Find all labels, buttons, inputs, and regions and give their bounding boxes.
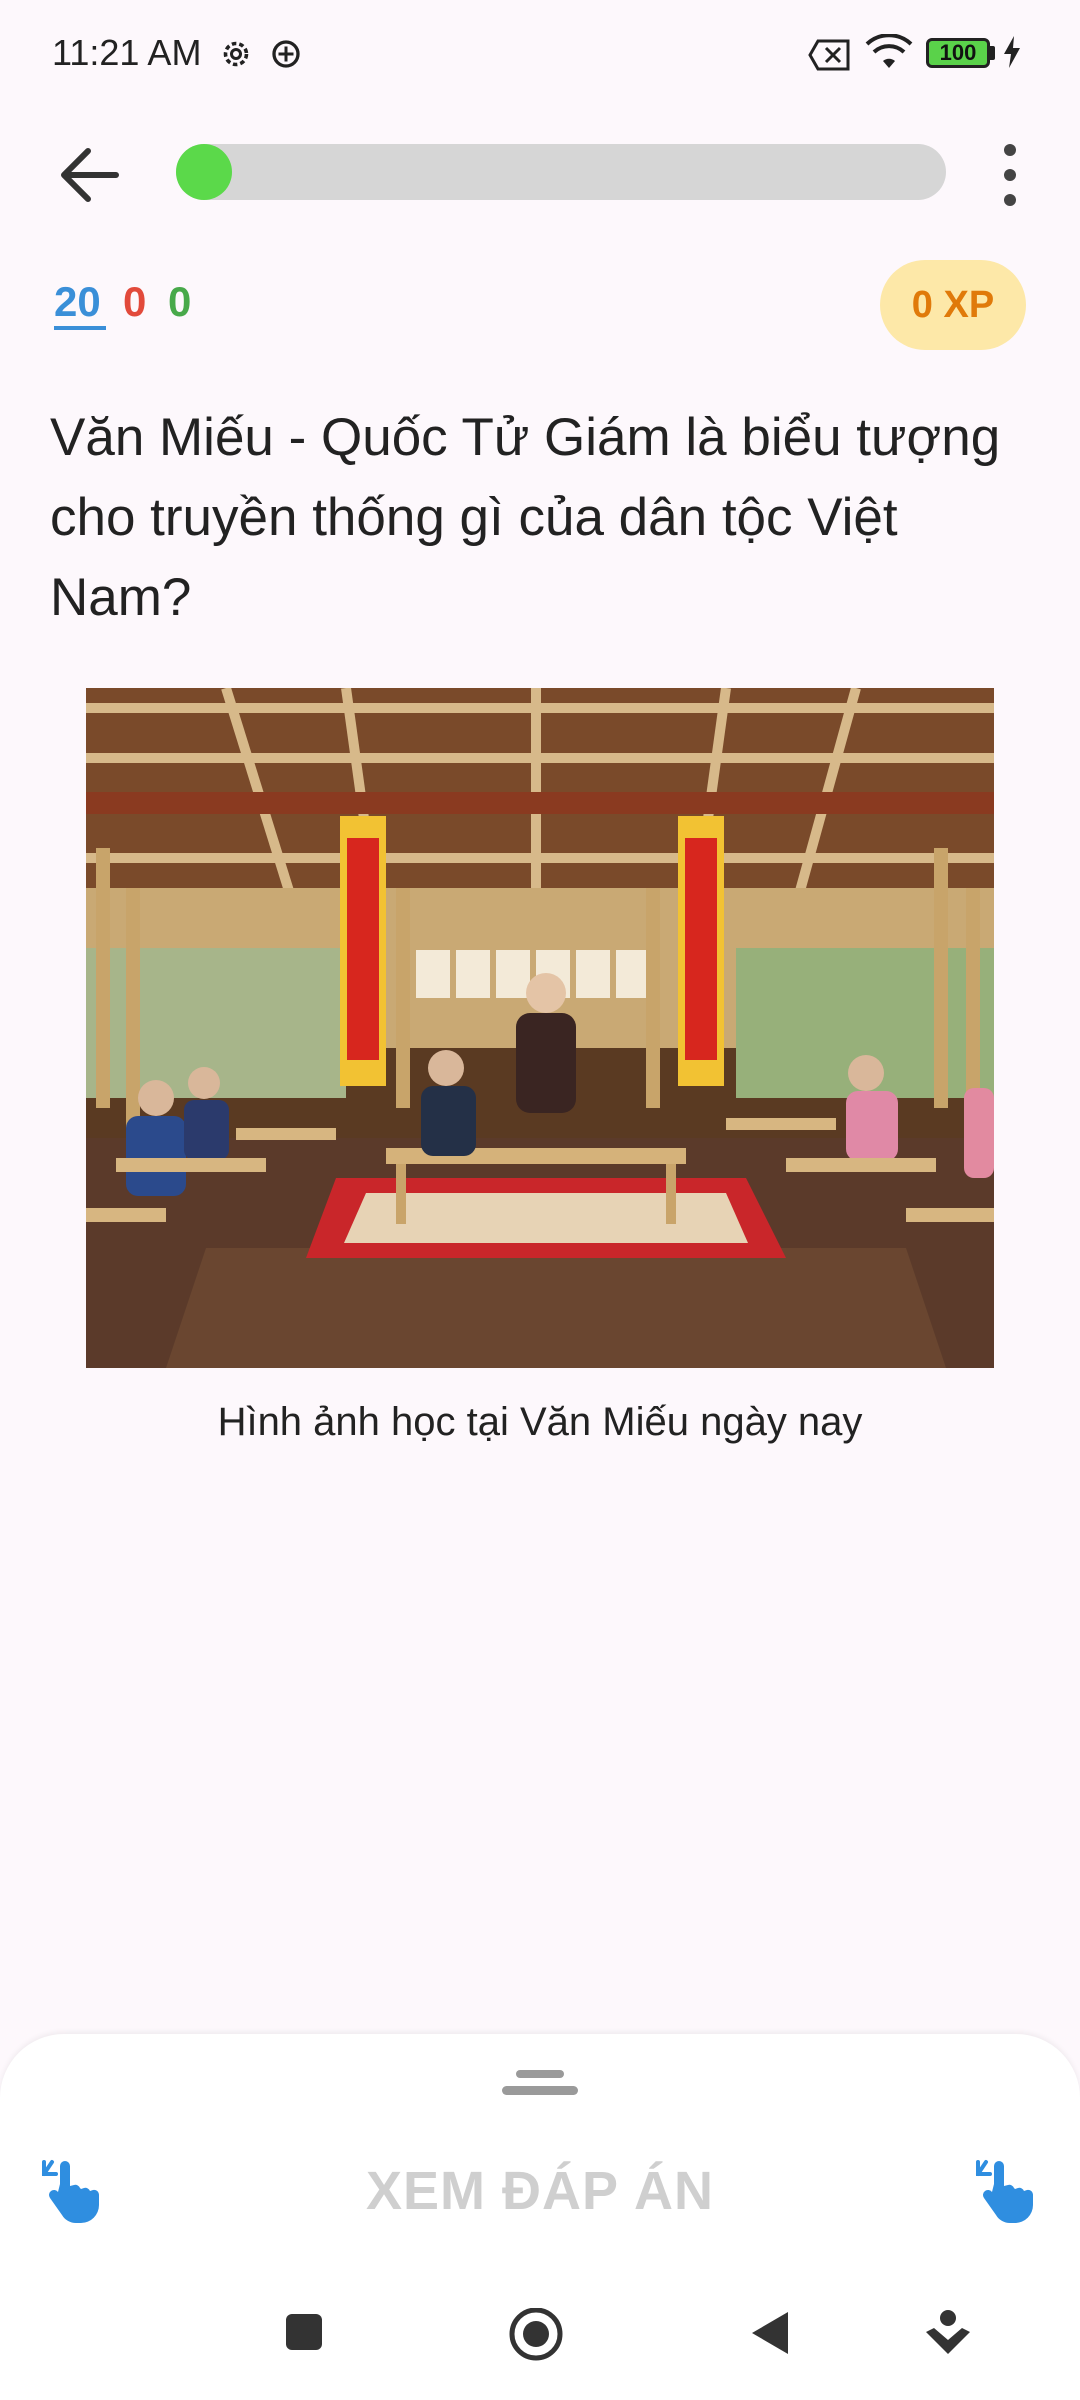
show-answer-button[interactable]: XEM ĐÁP ÁN [0,2160,1080,2222]
question-image[interactable] [86,688,994,1368]
sheet-drag-handle[interactable] [498,2068,582,2098]
total-questions-count[interactable]: 20 [54,278,101,326]
recents-square-icon[interactable] [280,2308,328,2361]
lesson-progress-bar [176,144,946,200]
sync-icon [268,36,304,77]
swipe-hand-icon-right [972,2154,1044,2231]
status-time: 11:21 AM [52,32,202,73]
xp-badge: 0 XP [880,260,1026,350]
correct-count[interactable]: 0 [168,278,191,326]
image-caption: Hình ảnh học tại Văn Miếu ngày nay [217,1400,863,1444]
assistant-down-icon[interactable] [922,2308,974,2365]
home-circle-icon[interactable] [506,2307,566,2373]
sim-off-icon [808,38,852,77]
system-nav-bar [0,2280,1080,2400]
settings-gear-icon [218,36,254,77]
question-text: Văn Miếu - Quốc Tử Giám là biểu tượng ch… [50,408,1001,627]
wrong-count[interactable]: 0 [123,278,146,326]
back-triangle-icon[interactable] [748,2308,792,2363]
status-bar: 11:21 AM 100 [0,0,1080,110]
charging-bolt-icon [1002,36,1022,73]
wifi-icon [864,33,914,77]
progress-fill [176,144,232,200]
more-options-icon[interactable] [990,140,1030,210]
total-underline [54,326,106,330]
back-arrow-icon[interactable] [50,135,130,215]
battery-icon: 100 [926,38,990,68]
battery-tip [990,46,995,60]
